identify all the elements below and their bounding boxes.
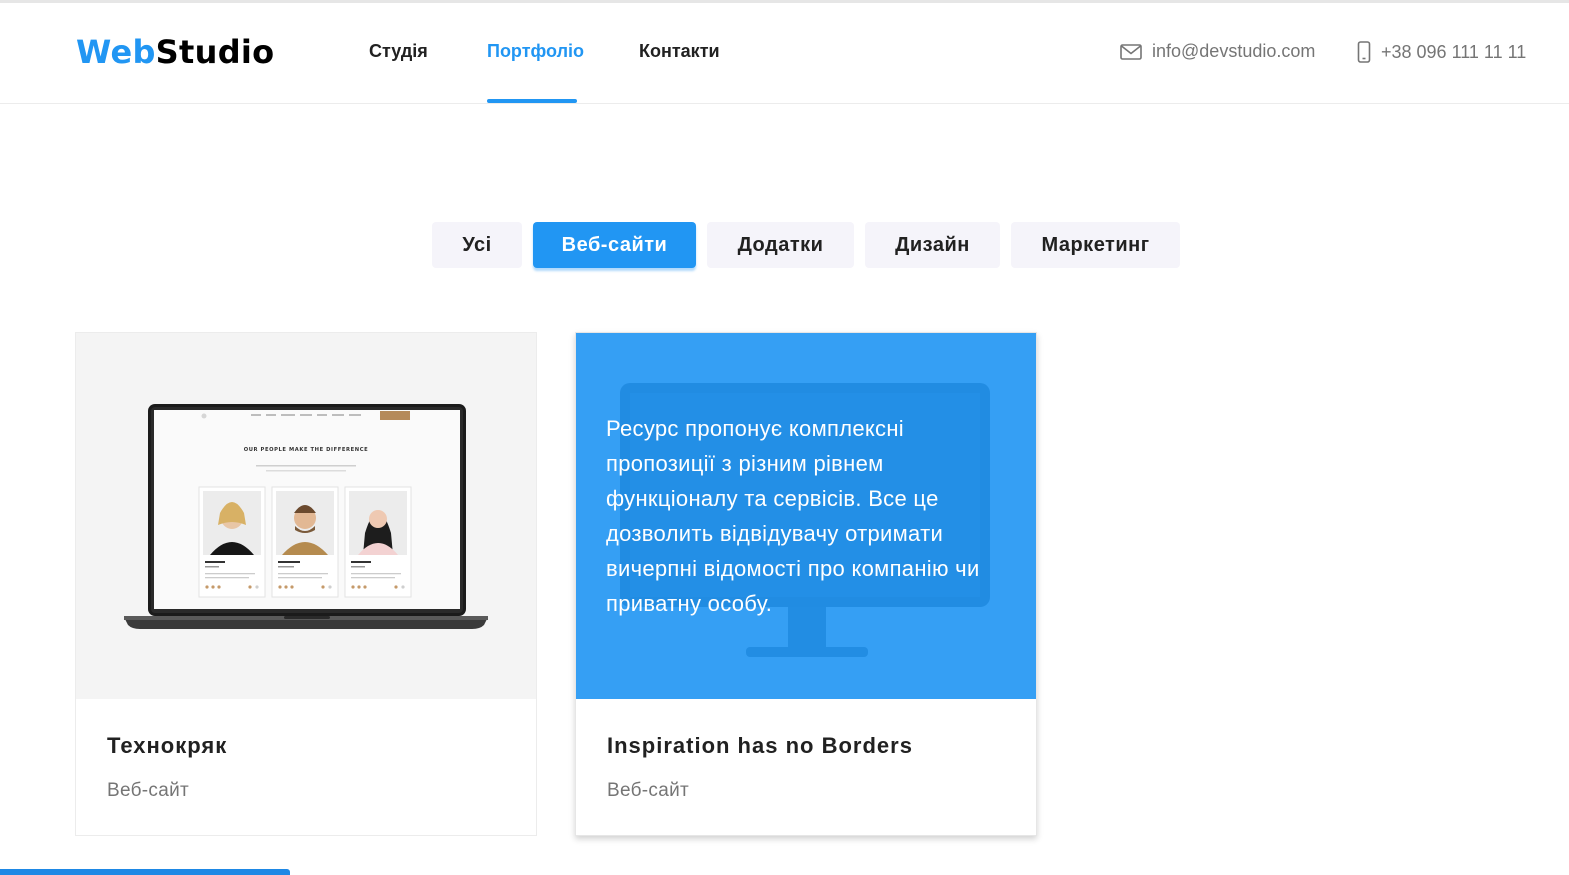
card-title: Inspiration has no Borders — [607, 733, 913, 758]
card-title: Технокряк — [107, 733, 228, 758]
scroll-progress-bar — [0, 869, 290, 875]
card-description: Ресурс пропонує комплексні пропозиції з … — [606, 416, 980, 616]
portfolio-filters: Усі Веб-сайти Додатки Дизайн Маркетинг — [0, 222, 1569, 268]
logo-part-studio: Studio — [155, 33, 275, 71]
monitor-mockup-image: Ресурс пропонує комплексні пропозиції з … — [576, 333, 1036, 699]
logo[interactable]: WebStudio — [76, 33, 274, 71]
logo-part-web: Web — [76, 33, 156, 71]
email-link[interactable]: info@devstudio.com — [1120, 41, 1315, 62]
email-text: info@devstudio.com — [1152, 41, 1316, 61]
filter-marketing-button[interactable]: Маркетинг — [1011, 222, 1180, 268]
site-header: WebStudio Студія Портфоліо Контакти info… — [0, 3, 1569, 104]
nav-active-indicator — [487, 99, 577, 103]
mockup-heading: OUR PEOPLE MAKE THE DIFFERENCE — [244, 447, 369, 453]
nav-item-contacts[interactable]: Контакти — [639, 41, 720, 62]
card-hover-overlay: Ресурс пропонує комплексні пропозиції з … — [576, 333, 1036, 699]
laptop-mockup-image: OUR PEOPLE MAKE THE DIFFERENCE — [76, 333, 536, 699]
filter-all-button[interactable]: Усі — [432, 222, 522, 268]
portfolio-card[interactable]: OUR PEOPLE MAKE THE DIFFERENCE Технокряк… — [75, 332, 537, 836]
nav-item-studio[interactable]: Студія — [369, 41, 428, 62]
envelope-icon — [1120, 43, 1142, 60]
portfolio-card[interactable]: Ресурс пропонує комплексні пропозиції з … — [575, 332, 1037, 836]
card-category: Веб-сайт — [607, 780, 690, 801]
phone-link[interactable]: +38 096 111 11 11 — [1357, 41, 1526, 63]
filter-apps-button[interactable]: Додатки — [707, 222, 854, 268]
smartphone-icon — [1357, 41, 1371, 63]
nav-item-portfolio[interactable]: Портфоліо — [487, 41, 584, 62]
filter-design-button[interactable]: Дизайн — [865, 222, 1000, 268]
filter-websites-button[interactable]: Веб-сайти — [533, 222, 696, 268]
card-category: Веб-сайт — [107, 780, 190, 801]
phone-text: +38 096 111 11 11 — [1381, 41, 1527, 62]
